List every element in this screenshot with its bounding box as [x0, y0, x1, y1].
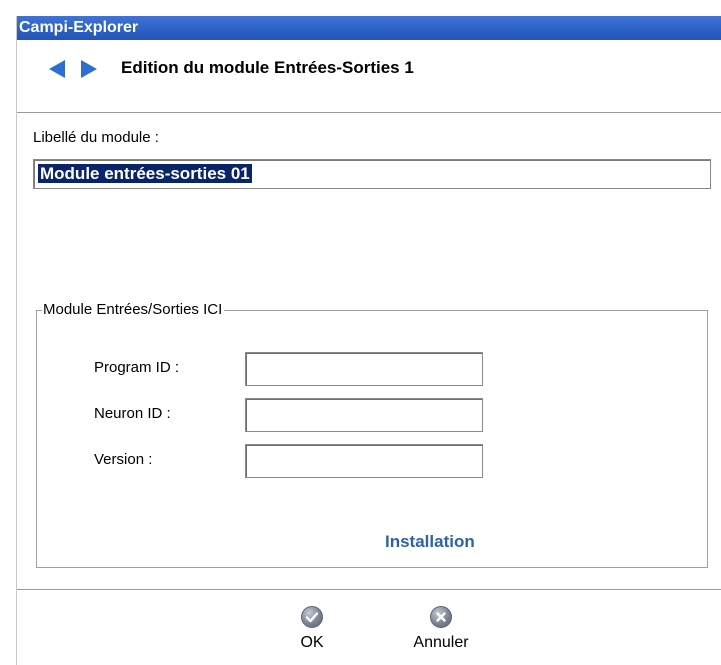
cancel-label: Annuler [413, 634, 469, 651]
neuron-id-input[interactable] [245, 398, 483, 432]
left-arrow-icon[interactable] [49, 60, 65, 78]
io-module-groupbox [36, 310, 708, 568]
installation-link[interactable]: Installation [385, 531, 475, 553]
close-icon [430, 606, 452, 628]
right-arrow-icon[interactable] [81, 60, 97, 78]
module-name-input[interactable]: Module entrées-sorties 01 [33, 159, 711, 189]
nav-divider [17, 112, 721, 113]
cancel-button[interactable]: Annuler [401, 606, 481, 654]
module-label: Libellé du module : [33, 129, 159, 146]
groupbox-legend: Module Entrées/Sorties ICI [42, 301, 225, 319]
page-title: Edition du module Entrées-Sorties 1 [121, 58, 414, 77]
ok-label: OK [300, 634, 324, 651]
version-label: Version : [94, 451, 153, 468]
module-name-value: Module entrées-sorties 01 [38, 164, 252, 183]
app-window: Campi-Explorer Edition du module Entrées… [16, 16, 721, 665]
program-id-label: Program ID : [94, 359, 180, 376]
ok-button[interactable]: OK [287, 606, 337, 654]
window-title: Campi-Explorer [17, 16, 721, 40]
check-icon [301, 606, 323, 628]
program-id-input[interactable] [245, 352, 483, 386]
version-input[interactable] [245, 444, 483, 478]
footer-divider [17, 589, 721, 590]
neuron-id-label: Neuron ID : [94, 405, 171, 422]
